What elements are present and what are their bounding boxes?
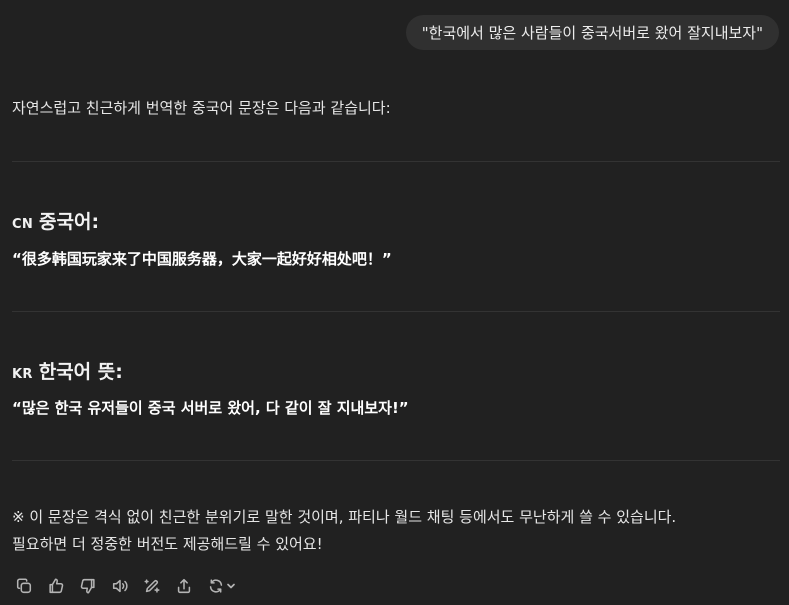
chevron-down-icon — [226, 583, 235, 589]
note-line-2: 필요하면 더 정중한 버전도 제공해드릴 수 있어요! — [12, 535, 323, 553]
message-actions — [12, 575, 246, 597]
divider — [12, 460, 780, 461]
regenerate-icon — [209, 579, 222, 593]
read-aloud-icon — [112, 579, 128, 593]
bad-response-button[interactable] — [76, 575, 100, 597]
response-intro: 자연스럽고 친근하게 번역한 중국어 문장은 다음과 같습니다: — [12, 99, 391, 117]
copy-icon — [16, 578, 32, 594]
korean-heading-text: 한국어 뜻: — [38, 361, 123, 383]
chinese-translation: “很多韩国玩家来了中国服务器，大家一起好好相处吧！” — [12, 250, 392, 268]
read-aloud-button[interactable] — [108, 575, 132, 597]
copy-button[interactable] — [12, 575, 36, 597]
share-button[interactable] — [172, 575, 196, 597]
user-message-bubble: "한국에서 많은 사람들이 중국서버로 왔어 잘지내보자" — [405, 15, 779, 50]
chinese-heading-text: 중국어: — [39, 211, 100, 233]
edit-canvas-icon — [144, 579, 160, 593]
korean-meaning: “많은 한국 유저들이 중국 서버로 왔어, 다 같이 잘 지내보자!” — [12, 399, 409, 417]
edit-in-canvas-button[interactable] — [140, 575, 164, 597]
korean-heading: KR 한국어 뜻: — [12, 357, 123, 384]
cn-flag-icon: CN — [12, 217, 34, 232]
note-line-1: ※ 이 문장은 격식 없이 친근한 분위기로 말한 것이며, 파티나 월드 채팅… — [12, 508, 677, 526]
share-icon — [177, 578, 191, 594]
divider — [12, 311, 780, 312]
kr-flag-icon: KR — [12, 367, 33, 382]
good-response-button[interactable] — [44, 575, 68, 597]
divider — [12, 161, 780, 162]
thumbs-down-icon — [80, 578, 95, 594]
regenerate-button[interactable] — [204, 575, 238, 597]
thumbs-up-icon — [49, 578, 64, 594]
chinese-heading: CN 중국어: — [12, 207, 99, 234]
user-message-text: "한국에서 많은 사람들이 중국서버로 왔어 잘지내보자" — [421, 24, 763, 42]
response-note: ※ 이 문장은 격식 없이 친근한 분위기로 말한 것이며, 파티나 월드 채팅… — [12, 504, 676, 558]
